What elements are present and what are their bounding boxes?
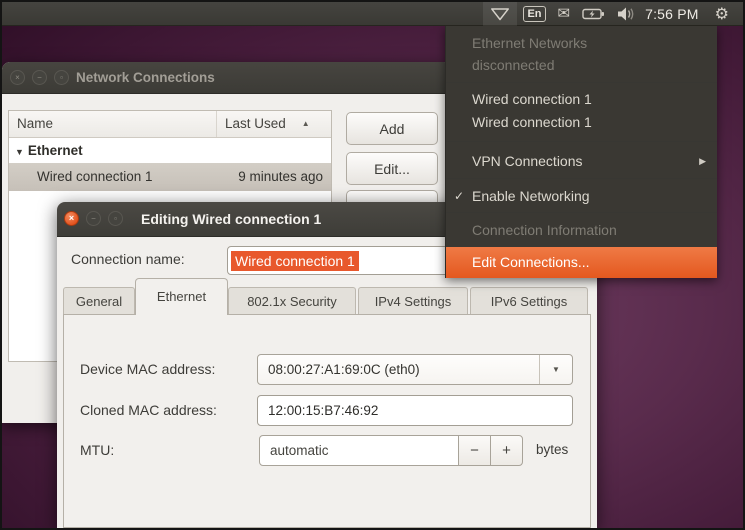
- menu-item-edit-connections[interactable]: Edit Connections...: [446, 247, 717, 278]
- messaging-indicator[interactable]: ✉: [552, 2, 577, 26]
- tab-ipv4-settings[interactable]: IPv4 Settings: [358, 287, 468, 315]
- menu-item-vpn-connections[interactable]: VPN Connections ▶: [446, 150, 717, 172]
- list-header: Name Last Used ▲: [9, 111, 331, 138]
- session-menu[interactable]: ⚙: [707, 2, 737, 26]
- cloned-mac-input[interactable]: 12:00:15:B7:46:92: [257, 395, 573, 426]
- menu-item-connection-information: Connection Information: [472, 222, 617, 238]
- keyboard-indicator[interactable]: En: [517, 2, 551, 26]
- top-panel: En ✉ 7:56 PM ⚙: [2, 1, 743, 26]
- dialog-title: Editing Wired connection 1: [141, 211, 322, 227]
- network-indicator[interactable]: [483, 1, 518, 26]
- battery-icon: [582, 8, 605, 19]
- decrement-button[interactable]: −: [458, 435, 491, 466]
- expander-icon[interactable]: ▼: [9, 147, 28, 157]
- tab-8021x-security[interactable]: 802.1x Security: [228, 287, 356, 315]
- mtu-stepper: automatic − +: [259, 435, 523, 466]
- maximize-icon[interactable]: ▫: [108, 211, 123, 226]
- menu-item-enable-networking[interactable]: ✓ Enable Networking: [446, 185, 717, 207]
- cloned-mac-label: Cloned MAC address:: [80, 402, 217, 418]
- chevron-down-icon[interactable]: ▼: [539, 355, 572, 384]
- sort-ascending-icon: ▲: [301, 119, 310, 128]
- device-mac-label: Device MAC address:: [80, 361, 216, 377]
- network-menu: Ethernet Networks disconnected Wired con…: [445, 26, 717, 278]
- volume-icon: [618, 7, 634, 20]
- maximize-icon[interactable]: ▫: [54, 70, 69, 85]
- tab-ethernet[interactable]: Ethernet: [135, 278, 228, 315]
- cloned-mac-value: 12:00:15:B7:46:92: [268, 403, 379, 418]
- device-mac-combobox[interactable]: 08:00:27:A1:69:0C (eth0) ▼: [257, 354, 573, 385]
- menu-separator: [446, 82, 717, 83]
- gear-icon: ⚙: [714, 5, 729, 23]
- edit-button[interactable]: Edit...: [346, 152, 438, 185]
- selected-text: Wired connection 1: [231, 250, 359, 271]
- close-icon[interactable]: ×: [10, 70, 25, 85]
- clock[interactable]: 7:56 PM: [641, 6, 707, 22]
- menu-separator: [446, 178, 717, 179]
- menu-item-wired-connection-1b[interactable]: Wired connection 1: [446, 111, 717, 133]
- check-icon: ✓: [454, 189, 465, 203]
- increment-button[interactable]: +: [490, 435, 523, 466]
- network-connections-titlebar[interactable]: × − ▫ Network Connections: [2, 62, 452, 94]
- ethernet-tab-panel: Device MAC address: 08:00:27:A1:69:0C (e…: [63, 314, 591, 528]
- submenu-arrow-icon: ▶: [699, 156, 706, 166]
- battery-indicator[interactable]: [576, 2, 611, 26]
- tab-general[interactable]: General: [63, 287, 135, 315]
- sound-indicator[interactable]: [611, 2, 641, 26]
- connection-name-label: Connection name:: [71, 251, 185, 267]
- add-button[interactable]: Add: [346, 112, 438, 145]
- mail-icon: ✉: [557, 5, 571, 22]
- menu-item-disconnected: disconnected: [472, 57, 555, 73]
- connection-name-cell: Wired connection 1: [37, 169, 153, 184]
- mtu-unit-label: bytes: [536, 442, 569, 457]
- column-header-name[interactable]: Name: [9, 111, 217, 137]
- tab-ipv6-settings[interactable]: IPv6 Settings: [470, 287, 588, 315]
- menu-separator: [446, 212, 717, 213]
- minimize-icon[interactable]: −: [32, 70, 47, 85]
- menu-separator: [446, 141, 717, 142]
- mtu-label: MTU:: [80, 442, 115, 458]
- last-used-cell: 9 minutes ago: [238, 169, 323, 184]
- close-icon[interactable]: ×: [64, 211, 79, 226]
- column-header-last-used[interactable]: Last Used ▲: [217, 111, 331, 137]
- window-title: Network Connections: [76, 70, 215, 85]
- desktop: × − ▫ Network Connections Name Last Used…: [0, 0, 745, 530]
- network-icon: [491, 7, 510, 20]
- mtu-input[interactable]: automatic: [259, 435, 459, 466]
- menu-item-wired-connection-1[interactable]: Wired connection 1: [446, 88, 717, 110]
- keyboard-layout-label: En: [523, 5, 546, 22]
- menu-item-ethernet-networks: Ethernet Networks: [472, 35, 588, 51]
- minimize-icon[interactable]: −: [86, 211, 101, 226]
- table-row[interactable]: Wired connection 1 9 minutes ago: [9, 163, 331, 191]
- device-mac-value: 08:00:27:A1:69:0C (eth0): [268, 362, 420, 377]
- ethernet-group-row[interactable]: ▼ Ethernet: [9, 138, 331, 163]
